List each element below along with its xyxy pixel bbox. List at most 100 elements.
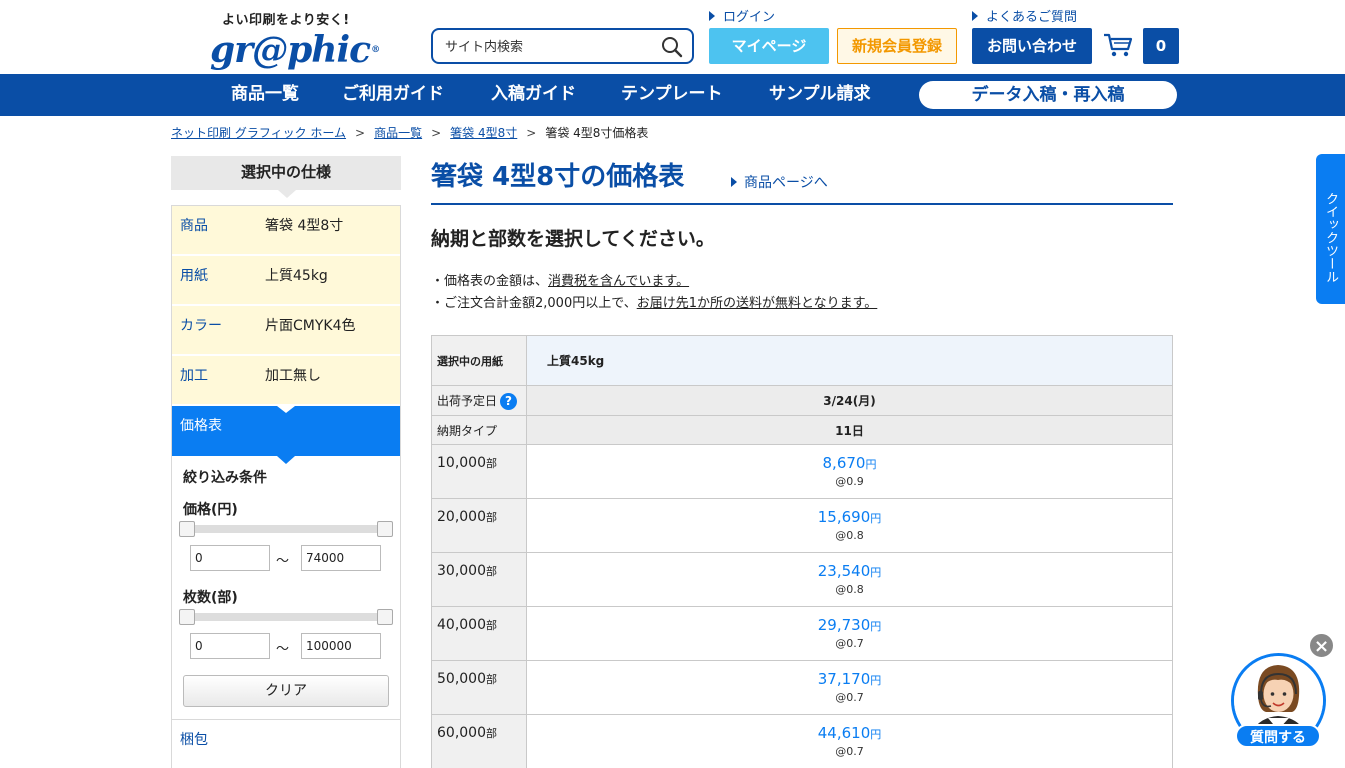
price-cell[interactable]: 29,730円 @0.7 — [526, 606, 1173, 661]
spec-value: 上質45kg — [265, 268, 328, 284]
sidebar-heading: 選択中の仕様 — [171, 156, 401, 198]
tax-note-link[interactable]: 消費税を含んでいます。 — [548, 274, 689, 289]
breadcrumb-separator: > — [355, 126, 366, 140]
breadcrumb-product[interactable]: 箸袋 4型8寸 — [450, 126, 517, 140]
paper-label: 選択中の用紙 — [431, 335, 527, 386]
price-amount-line: 15,690円 — [527, 508, 1172, 526]
unit-price: @0.7 — [835, 691, 864, 704]
unit-price: @0.8 — [835, 583, 864, 596]
search-input[interactable] — [445, 38, 655, 56]
qty-cell: 60,000部 — [431, 714, 527, 768]
search-box — [431, 28, 694, 64]
price-max-input[interactable] — [301, 545, 381, 571]
range-tilde: 〜 — [276, 642, 290, 657]
qty-unit: 部 — [486, 673, 497, 686]
table-row: 50,000部 37,170円 @0.7 — [431, 660, 1173, 715]
nav-guide[interactable]: ご利用ガイド — [342, 74, 444, 116]
product-page-link[interactable]: 商品ページへ — [731, 172, 828, 192]
unit-price: @0.7 — [835, 745, 864, 758]
qty-cell: 20,000部 — [431, 498, 527, 553]
price-amount-line: 44,610円 — [527, 724, 1172, 742]
clear-filter-button[interactable]: クリア — [183, 675, 389, 707]
filter-panel: 絞り込み条件 価格(円) 〜 枚数(部) 〜 クリア — [172, 456, 400, 719]
price-table-tab[interactable]: 価格表 — [172, 406, 400, 464]
login-link[interactable]: ログイン — [709, 6, 775, 25]
yen-unit: 円 — [870, 566, 882, 579]
quick-tool-tab[interactable]: クイックツール — [1316, 154, 1345, 304]
price-range-slider[interactable] — [179, 521, 393, 537]
qty-unit: 部 — [486, 619, 497, 632]
breadcrumb: ネット印刷 グラフィック ホーム > 商品一覧 > 箸袋 4型8寸 > 箸袋 4型8寸価格表 — [171, 124, 648, 141]
price-amount-line: 8,670円 — [527, 454, 1172, 472]
table-row-ship-date: 出荷予定日? 3/24(月) — [431, 385, 1173, 416]
unit-price: @0.9 — [835, 475, 864, 488]
chat-close-icon[interactable]: × — [1308, 632, 1335, 659]
mypage-button[interactable]: マイページ — [709, 28, 829, 64]
registered-mark: ® — [371, 45, 380, 55]
table-row: 60,000部 44,610円 @0.7 — [431, 714, 1173, 768]
site-logo[interactable]: gr@phic® — [210, 29, 380, 71]
price-cell[interactable]: 15,690円 @0.8 — [526, 498, 1173, 553]
help-icon[interactable]: ? — [500, 392, 518, 410]
faq-link[interactable]: よくあるご質問 — [972, 6, 1077, 25]
range-tilde: 〜 — [276, 554, 290, 569]
price-max-handle[interactable] — [377, 521, 393, 537]
logo-text: gr@phic — [210, 29, 371, 71]
nav-templates[interactable]: テンプレート — [621, 74, 723, 116]
qty-filter-label: 枚数(部) — [183, 590, 238, 606]
delivery-type-label: 納期タイプ — [431, 415, 527, 445]
spec-row-packing[interactable]: 梱包 — [172, 719, 400, 768]
spec-key: 梱包 — [180, 732, 208, 748]
search-icon[interactable] — [661, 36, 683, 58]
qty-range-slider[interactable] — [179, 609, 393, 625]
qty-unit: 部 — [486, 511, 497, 524]
yen-unit: 円 — [865, 458, 877, 471]
qty-cell: 10,000部 — [431, 444, 527, 499]
qty-unit: 部 — [486, 727, 497, 740]
price-cell[interactable]: 37,170円 @0.7 — [526, 660, 1173, 715]
spec-row-paper[interactable]: 用紙 上質45kg — [172, 256, 400, 306]
ship-date-value: 3/24(月) — [526, 385, 1173, 416]
price-min-handle[interactable] — [179, 521, 195, 537]
breadcrumb-products[interactable]: 商品一覧 — [374, 126, 422, 140]
site-header: よい印刷をより安く! gr@phic® ログイン よくあるご質問 マイページ 新… — [0, 0, 1345, 74]
contact-button[interactable]: お問い合わせ — [972, 28, 1092, 64]
shipping-note-text: ・ご注文合計金額2,000円以上で、 — [431, 296, 637, 311]
qty-min-input[interactable] — [190, 633, 270, 659]
price-cell[interactable]: 8,670円 @0.9 — [526, 444, 1173, 499]
qty-min-handle[interactable] — [179, 609, 195, 625]
data-upload-button[interactable]: データ入稿・再入稿 — [919, 81, 1177, 109]
tagline: よい印刷をより安く! — [222, 13, 350, 28]
shipping-note-link[interactable]: お届け先1か所の送料が無料となります。 — [637, 296, 878, 311]
nav-sample-request[interactable]: サンプル請求 — [769, 74, 871, 116]
nav-products[interactable]: 商品一覧 — [231, 74, 299, 116]
price-amount-line: 37,170円 — [527, 670, 1172, 688]
breadcrumb-home[interactable]: ネット印刷 グラフィック ホーム — [171, 126, 346, 140]
table-row: 30,000部 23,540円 @0.8 — [431, 552, 1173, 607]
main-nav: 商品一覧 ご利用ガイド 入稿ガイド テンプレート サンプル請求 データ入稿・再入… — [0, 74, 1345, 116]
price-min-input[interactable] — [190, 545, 270, 571]
chat-label[interactable]: 質問する — [1235, 724, 1321, 748]
filter-title: 絞り込み条件 — [183, 470, 267, 486]
qty-max-input[interactable] — [301, 633, 381, 659]
nav-submission-guide[interactable]: 入稿ガイド — [491, 74, 576, 116]
qty-value: 30,000 — [437, 563, 486, 579]
spec-key: カラー — [180, 318, 222, 334]
shipping-note: ・ご注文合計金額2,000円以上で、お届け先1か所の送料が無料となります。 — [431, 292, 877, 311]
section-heading: 納期と部数を選択してください。 — [431, 228, 715, 250]
price-table: 選択中の用紙 上質45kg 出荷予定日? 3/24(月) 納期タイプ 11日 1… — [431, 335, 1173, 768]
cart-count[interactable]: 0 — [1143, 28, 1179, 64]
price-amount-line: 29,730円 — [527, 616, 1172, 634]
price-cell[interactable]: 44,610円 @0.7 — [526, 714, 1173, 768]
spec-row-processing[interactable]: 加工 加工無し — [172, 356, 400, 406]
cart-icon[interactable] — [1103, 32, 1133, 58]
price-cell[interactable]: 23,540円 @0.8 — [526, 552, 1173, 607]
price-amount-line: 23,540円 — [527, 562, 1172, 580]
spec-row-color[interactable]: カラー 片面CMYK4色 — [172, 306, 400, 356]
register-button[interactable]: 新規会員登録 — [837, 28, 957, 64]
title-row: 箸袋 4型8寸の価格表 商品ページへ — [431, 156, 1173, 205]
qty-max-handle[interactable] — [377, 609, 393, 625]
unit-price: @0.8 — [835, 529, 864, 542]
spec-row-product[interactable]: 商品 箸袋 4型8寸 — [172, 206, 400, 256]
table-row-delivery-type: 納期タイプ 11日 — [431, 415, 1173, 445]
